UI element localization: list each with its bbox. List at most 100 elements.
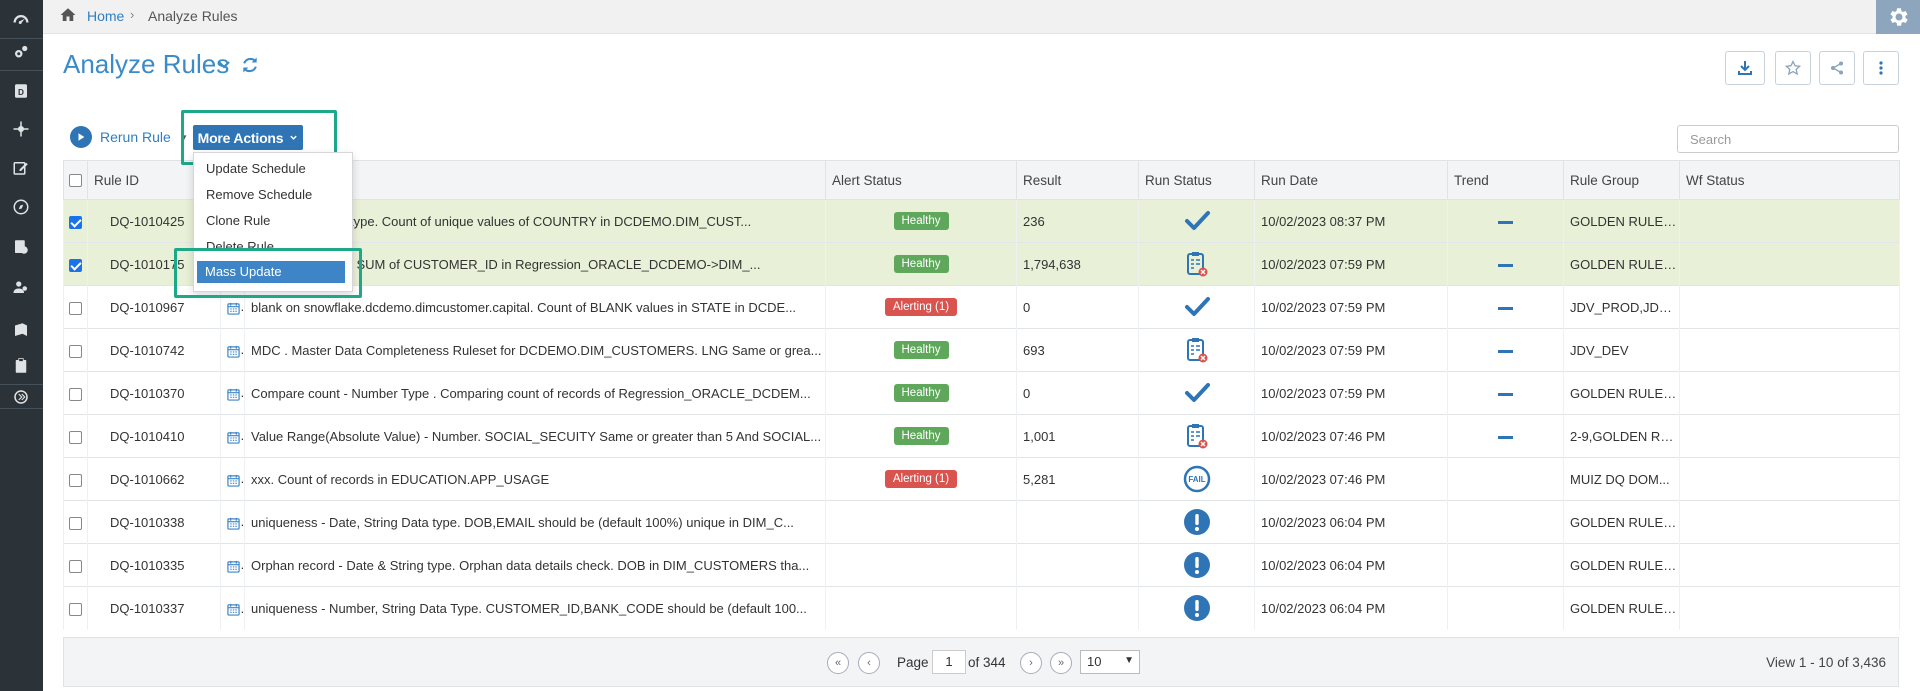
table-row[interactable]: DQ-1010337 uniqueness - Number, String Da… bbox=[63, 586, 1900, 630]
row-checkbox[interactable] bbox=[63, 414, 88, 458]
column-header-wf-status[interactable]: Wf Status bbox=[1679, 160, 1900, 200]
table-row[interactable]: DQ-1010370 Compare count - Number Type . … bbox=[63, 371, 1900, 415]
trend-cell[interactable] bbox=[1447, 414, 1564, 458]
row-checkbox[interactable] bbox=[63, 285, 88, 329]
row-checkbox[interactable] bbox=[63, 328, 88, 372]
users-icon[interactable] bbox=[10, 276, 32, 298]
last-page-button[interactable]: » bbox=[1050, 652, 1072, 674]
column-header-run-status[interactable]: Run Status bbox=[1138, 160, 1255, 200]
gears-icon[interactable] bbox=[10, 42, 32, 64]
pagination-bar: « ‹ Page 1 of 344 › » 10 ▼ View 1 - 10 o… bbox=[63, 637, 1899, 687]
home-icon[interactable] bbox=[59, 6, 77, 24]
trend-cell[interactable] bbox=[1447, 371, 1564, 415]
table-row[interactable]: DQ-1010742 MDC . Master Data Completeness… bbox=[63, 328, 1900, 372]
calendar-icon[interactable] bbox=[220, 414, 245, 458]
favorite-button[interactable] bbox=[1775, 51, 1811, 85]
calendar-icon[interactable] bbox=[220, 328, 245, 372]
row-checkbox[interactable] bbox=[63, 242, 88, 286]
page-number-input[interactable]: 1 bbox=[932, 650, 966, 674]
trend-cell[interactable] bbox=[1447, 543, 1564, 587]
column-header-run-date[interactable]: Run Date bbox=[1254, 160, 1448, 200]
settings-doc-icon[interactable] bbox=[10, 236, 32, 258]
row-checkbox[interactable] bbox=[63, 543, 88, 587]
column-header-trend[interactable]: Trend bbox=[1447, 160, 1564, 200]
trend-cell[interactable] bbox=[1447, 586, 1564, 630]
rule-id-link[interactable]: DQ-1010335 bbox=[87, 543, 221, 587]
menu-item-delete-rule[interactable]: Delete Rule bbox=[206, 239, 274, 254]
rule-group-cell: MUIZ DQ DOM... bbox=[1563, 457, 1680, 501]
run-date-cell: 10/02/2023 07:46 PM bbox=[1254, 414, 1448, 458]
wf-status-cell bbox=[1679, 199, 1900, 243]
run-status-clipboard-icon[interactable] bbox=[1138, 328, 1255, 372]
menu-item-clone-rule[interactable]: Clone Rule bbox=[206, 213, 270, 228]
search-input[interactable] bbox=[1677, 125, 1899, 153]
run-status-info-icon[interactable] bbox=[1138, 500, 1255, 544]
run-status-info-icon[interactable] bbox=[1138, 543, 1255, 587]
calendar-icon[interactable] bbox=[220, 500, 245, 544]
menu-item-mass-update[interactable]: Mass Update bbox=[197, 261, 345, 283]
clipboard-icon[interactable] bbox=[10, 355, 32, 377]
column-header-result[interactable]: Result bbox=[1016, 160, 1139, 200]
edit-icon[interactable] bbox=[10, 157, 32, 179]
trend-cell[interactable] bbox=[1447, 328, 1564, 372]
page-size-select[interactable]: 10 ▼ bbox=[1080, 650, 1140, 674]
calendar-icon[interactable] bbox=[220, 371, 245, 415]
menu-item-remove-schedule[interactable]: Remove Schedule bbox=[206, 187, 312, 202]
calendar-icon[interactable] bbox=[220, 543, 245, 587]
breadcrumb-home-link[interactable]: Home bbox=[87, 8, 124, 24]
rule-id-link[interactable]: DQ-1010742 bbox=[87, 328, 221, 372]
svg-text:D: D bbox=[18, 88, 24, 97]
chevron-down-icon[interactable] bbox=[216, 57, 232, 73]
run-status-info-icon[interactable] bbox=[1138, 586, 1255, 630]
database-icon[interactable]: D bbox=[10, 80, 32, 102]
run-status-check-icon[interactable] bbox=[1138, 199, 1255, 243]
run-status-check-icon[interactable] bbox=[1138, 371, 1255, 415]
dashboard-icon[interactable] bbox=[10, 10, 32, 32]
refresh-icon[interactable] bbox=[240, 55, 260, 75]
column-header-alert-status[interactable]: Alert Status bbox=[825, 160, 1017, 200]
rule-id-link[interactable]: DQ-1010337 bbox=[87, 586, 221, 630]
next-page-button[interactable]: › bbox=[1020, 652, 1042, 674]
column-header-rule-group[interactable]: Rule Group bbox=[1563, 160, 1680, 200]
table-row[interactable]: DQ-1010662 xxx. Count of records in EDUCA… bbox=[63, 457, 1900, 501]
calendar-icon[interactable] bbox=[220, 586, 245, 630]
rule-id-link[interactable]: DQ-1010410 bbox=[87, 414, 221, 458]
trend-cell[interactable] bbox=[1447, 457, 1564, 501]
calendar-icon[interactable] bbox=[220, 457, 245, 501]
more-actions-button[interactable]: More Actions bbox=[193, 125, 303, 150]
menu-item-update-schedule[interactable]: Update Schedule bbox=[206, 161, 306, 176]
settings-button[interactable] bbox=[1876, 0, 1920, 34]
row-checkbox[interactable] bbox=[63, 457, 88, 501]
row-checkbox[interactable] bbox=[63, 199, 88, 243]
book-icon[interactable] bbox=[10, 319, 32, 341]
rule-id-link[interactable]: DQ-1010370 bbox=[87, 371, 221, 415]
run-status-clipboard-icon[interactable] bbox=[1138, 242, 1255, 286]
trend-cell[interactable] bbox=[1447, 500, 1564, 544]
trend-cell[interactable] bbox=[1447, 242, 1564, 286]
trend-cell[interactable] bbox=[1447, 285, 1564, 329]
first-page-button[interactable]: « bbox=[827, 652, 849, 674]
select-all-checkbox[interactable] bbox=[63, 160, 88, 200]
run-status-clipboard-icon[interactable] bbox=[1138, 414, 1255, 458]
table-row[interactable]: DQ-1010335 Orphan record - Date & String … bbox=[63, 543, 1900, 587]
table-row[interactable]: DQ-1010338 uniqueness - Date, String Data… bbox=[63, 500, 1900, 544]
prev-page-button[interactable]: ‹ bbox=[858, 652, 880, 674]
crosshair-icon[interactable] bbox=[10, 118, 32, 140]
rule-description: xxx. Count of records in EDUCATION.APP_U… bbox=[244, 457, 826, 501]
expand-icon[interactable] bbox=[10, 386, 32, 408]
rerun-rule-button[interactable]: Rerun Rule ▾ bbox=[70, 126, 186, 148]
row-checkbox[interactable] bbox=[63, 371, 88, 415]
share-button[interactable] bbox=[1819, 51, 1855, 85]
run-status-failed-icon[interactable]: FAIL bbox=[1138, 457, 1255, 501]
rule-description: Orphan record - Date & String type. Orph… bbox=[244, 543, 826, 587]
rule-id-link[interactable]: DQ-1010662 bbox=[87, 457, 221, 501]
table-row[interactable]: DQ-1010410 Value Range(Absolute Value) - … bbox=[63, 414, 1900, 458]
trend-cell[interactable] bbox=[1447, 199, 1564, 243]
row-checkbox[interactable] bbox=[63, 500, 88, 544]
download-button[interactable] bbox=[1725, 51, 1765, 85]
run-status-check-icon[interactable] bbox=[1138, 285, 1255, 329]
compass-icon[interactable] bbox=[10, 196, 32, 218]
rule-id-link[interactable]: DQ-1010338 bbox=[87, 500, 221, 544]
row-checkbox[interactable] bbox=[63, 586, 88, 630]
more-options-button[interactable] bbox=[1863, 51, 1899, 85]
